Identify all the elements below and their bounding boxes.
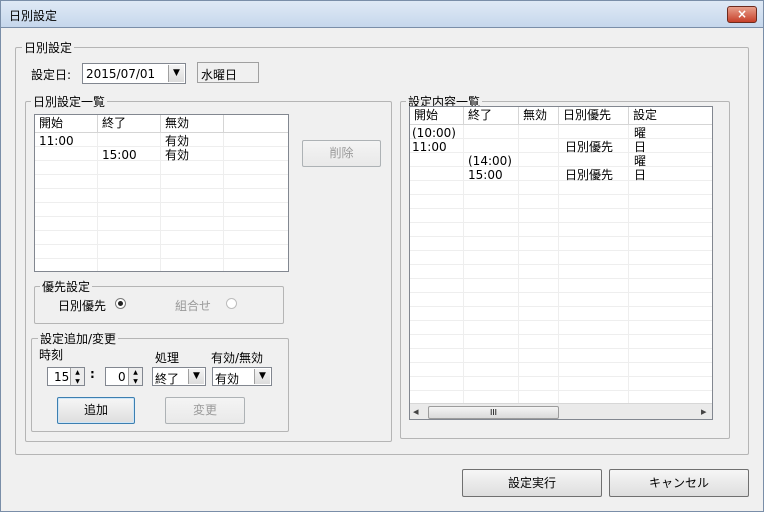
- delete-button[interactable]: 削除: [302, 140, 381, 167]
- horizontal-scrollbar[interactable]: ◂ III ▸: [410, 403, 712, 419]
- time-label: 時刻: [39, 348, 64, 362]
- hour-stepper[interactable]: 15 ▲ ▼: [47, 367, 85, 386]
- cell-end: 15:00: [102, 148, 137, 162]
- chevron-down-icon[interactable]: ▼: [188, 369, 204, 384]
- priority-option2-radio[interactable]: [226, 298, 237, 309]
- cell-setting: 曜: [634, 154, 647, 168]
- spin-arrows-icon[interactable]: ▲ ▼: [128, 368, 142, 385]
- close-button[interactable]: ×: [727, 6, 757, 23]
- column-header-disabled[interactable]: 無効: [161, 115, 224, 132]
- radio-selected-icon: [118, 301, 123, 306]
- cell-setting: 日: [634, 168, 647, 182]
- minute-value: 0: [118, 370, 126, 384]
- cell-end: 15:00: [468, 168, 503, 182]
- add-button[interactable]: 追加: [57, 397, 135, 424]
- cell-priority: 日別優先: [565, 140, 614, 154]
- window-title: 日別設定: [9, 9, 58, 23]
- cancel-button-label: キャンセル: [648, 476, 709, 490]
- cell-setting: 日: [634, 140, 647, 154]
- column-header-blank: [224, 115, 288, 132]
- table-row[interactable]: (14:00) 曜: [410, 154, 712, 168]
- cell-start: (10:00): [412, 126, 456, 140]
- chevron-down-icon[interactable]: ▼: [254, 369, 270, 384]
- minute-stepper[interactable]: 0 ▲ ▼: [105, 367, 143, 386]
- date-dropdown[interactable]: 2015/07/01 ▼: [82, 63, 186, 84]
- column-header-setting[interactable]: 設定: [629, 107, 712, 124]
- settings-list-header: 開始 終了 無効: [35, 115, 288, 133]
- scroll-right-icon[interactable]: ▸: [701, 405, 707, 418]
- column-header-end[interactable]: 終了: [98, 115, 161, 132]
- table-row[interactable]: 11:00 日別優先 日: [410, 140, 712, 154]
- process-value: 終了: [155, 372, 180, 386]
- valid-label: 有効/無効: [211, 351, 264, 365]
- priority-option1-radio[interactable]: [115, 298, 126, 309]
- spin-arrows-icon[interactable]: ▲ ▼: [70, 368, 84, 385]
- content-list-header: 開始 終了 無効 日別優先 設定: [410, 107, 712, 125]
- change-button-label: 変更: [192, 403, 217, 417]
- priority-option1-label: 日別優先: [58, 299, 107, 313]
- table-row[interactable]: (10:00) 曜: [410, 126, 712, 140]
- table-row[interactable]: 15:00 日別優先 日: [410, 168, 712, 182]
- column-header-start[interactable]: 開始: [35, 115, 98, 132]
- scroll-grip-icon: III: [489, 408, 498, 417]
- title-bar: 日別設定 ×: [0, 0, 764, 28]
- process-label: 処理: [155, 351, 180, 365]
- cell-setting: 曜: [634, 126, 647, 140]
- close-icon: ×: [736, 7, 748, 21]
- cell-end: (14:00): [468, 154, 512, 168]
- valid-dropdown[interactable]: 有効 ▼: [212, 367, 272, 386]
- chevron-down-icon[interactable]: ▼: [168, 65, 184, 82]
- column-header-priority[interactable]: 日別優先: [559, 107, 629, 124]
- priority-group-label: 優先設定: [40, 278, 93, 295]
- cancel-button[interactable]: キャンセル: [609, 469, 749, 497]
- cell-start: 11:00: [412, 140, 447, 154]
- list-group-label: 日別設定一覧: [31, 93, 108, 110]
- main-group-label: 日別設定: [22, 39, 75, 56]
- column-header-disabled[interactable]: 無効: [519, 107, 559, 124]
- scroll-left-icon[interactable]: ◂: [413, 405, 419, 418]
- column-header-start[interactable]: 開始: [410, 107, 464, 124]
- execute-button[interactable]: 設定実行: [462, 469, 602, 497]
- cell-start: 11:00: [39, 134, 74, 148]
- scrollbar-thumb[interactable]: III: [428, 406, 559, 419]
- content-list[interactable]: 開始 終了 無効 日別優先 設定 (10:00) 曜 11:00 日別優先 日 …: [409, 106, 713, 420]
- cell-disabled: 有効: [165, 134, 190, 148]
- add-button-label: 追加: [83, 403, 108, 417]
- delete-button-label: 削除: [329, 146, 354, 160]
- date-label: 設定日:: [31, 68, 72, 82]
- change-button[interactable]: 変更: [165, 397, 245, 424]
- time-colon: :: [90, 367, 95, 381]
- cell-disabled: 有効: [165, 148, 190, 162]
- hour-value: 15: [54, 370, 70, 384]
- execute-button-label: 設定実行: [507, 476, 556, 490]
- date-value: 2015/07/01: [86, 67, 156, 81]
- table-row[interactable]: 11:00 有効: [35, 134, 288, 148]
- table-row[interactable]: 15:00 有効: [35, 148, 288, 162]
- settings-list[interactable]: 開始 終了 無効 11:00 有効 15:00 有効: [34, 114, 289, 272]
- priority-option2-label: 組合せ: [175, 299, 212, 313]
- valid-value: 有効: [215, 372, 240, 386]
- cell-priority: 日別優先: [565, 168, 614, 182]
- weekday-display: 水曜日: [197, 62, 259, 83]
- process-dropdown[interactable]: 終了 ▼: [152, 367, 206, 386]
- add-change-group-label: 設定追加/変更: [38, 330, 119, 347]
- weekday-value: 水曜日: [201, 68, 238, 82]
- column-header-end[interactable]: 終了: [464, 107, 519, 124]
